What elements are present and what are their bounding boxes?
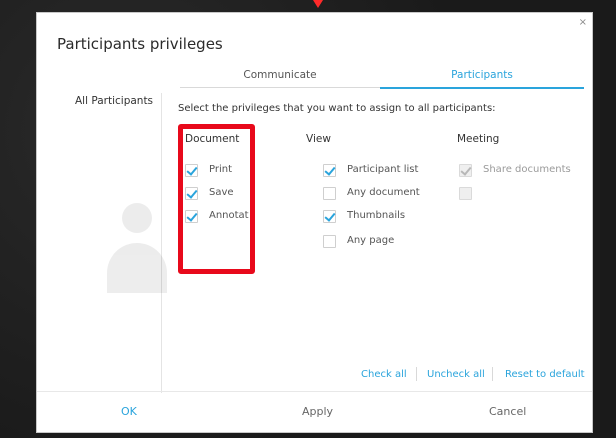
link-divider (416, 367, 417, 381)
pointer-arrow-icon (313, 0, 323, 8)
apply-button[interactable]: Apply (302, 405, 333, 418)
reset-to-default-link[interactable]: Reset to default (505, 369, 585, 380)
option-label: Save (209, 187, 234, 198)
close-icon[interactable]: × (579, 17, 587, 28)
sidebar-item-all-participants[interactable]: All Participants (75, 95, 153, 107)
option-label: Print (209, 164, 233, 175)
option-label: Any document (347, 187, 420, 198)
checkbox-any-document[interactable] (323, 187, 336, 200)
view-column-header: View (306, 133, 331, 145)
tab-bar: Communicate Participants (180, 69, 584, 89)
option-label: Annotat (209, 210, 249, 221)
checkbox-thumbnails[interactable] (323, 210, 336, 223)
cancel-button[interactable]: Cancel (489, 405, 526, 418)
option-label: Participant list (347, 164, 419, 175)
privileges-dialog: × Participants privileges All Participan… (36, 12, 593, 433)
checkbox-print[interactable] (185, 164, 198, 177)
checkbox-annotate[interactable] (185, 210, 198, 223)
checkbox-share-documents (459, 164, 472, 177)
participants-sidebar: All Participants (37, 93, 167, 393)
checkbox-any-page[interactable] (323, 235, 336, 248)
link-divider (492, 367, 493, 381)
checkbox-meeting-unlabeled (459, 187, 472, 200)
tab-communicate[interactable]: Communicate (180, 69, 380, 88)
dialog-footer: OK Apply Cancel (37, 391, 592, 432)
tab-participants[interactable]: Participants (380, 69, 584, 89)
dialog-title: Participants privileges (57, 35, 223, 53)
ok-button[interactable]: OK (121, 405, 137, 418)
document-column-header: Document (185, 133, 240, 145)
meeting-column-header: Meeting (457, 133, 500, 145)
user-silhouette-icon (107, 203, 167, 323)
option-label: Share documents (483, 164, 571, 175)
instruction-text: Select the privileges that you want to a… (178, 103, 496, 114)
checkbox-save[interactable] (185, 187, 198, 200)
option-label: Any page (347, 235, 395, 246)
checkbox-participant-list[interactable] (323, 164, 336, 177)
option-label: Thumbnails (347, 210, 406, 221)
check-all-link[interactable]: Check all (361, 369, 407, 380)
uncheck-all-link[interactable]: Uncheck all (427, 369, 485, 380)
